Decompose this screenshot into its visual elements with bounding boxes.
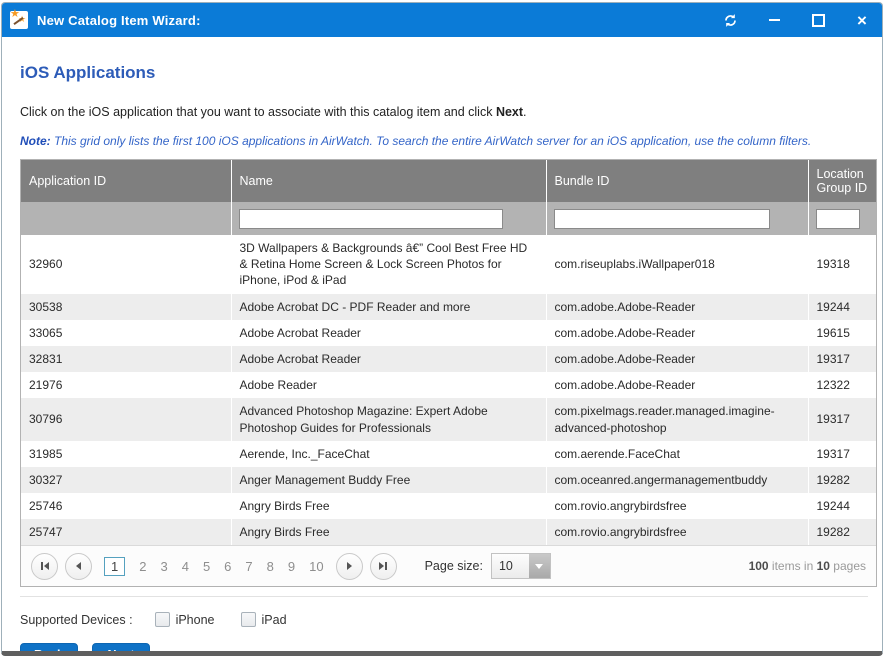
table-row[interactable]: 25746 Angry Birds Free com.rovio.angrybi…	[21, 493, 876, 519]
checkbox-icon[interactable]	[155, 612, 170, 627]
bundle-id-filter-input[interactable]	[554, 209, 770, 229]
table-row[interactable]: 33065 Adobe Acrobat Reader com.adobe.Ado…	[21, 320, 876, 346]
next-button[interactable]: Next	[92, 643, 150, 656]
note-text: Note: This grid only lists the first 100…	[20, 134, 868, 148]
applications-grid: Application ID Name Bundle ID Location G…	[20, 159, 877, 587]
title-bar[interactable]: ★ ★ New Catalog Item Wizard: ×	[2, 3, 882, 37]
next-page-button[interactable]	[336, 553, 363, 580]
table-row[interactable]: 30538 Adobe Acrobat DC - PDF Reader and …	[21, 294, 876, 320]
page-number-list: 1 2 3 4 5 6 7 8 9 10	[104, 557, 324, 576]
wizard-window: ★ ★ New Catalog Item Wizard: × iOS Appli…	[1, 2, 883, 656]
filter-row	[21, 202, 876, 235]
chevron-down-icon[interactable]	[529, 554, 550, 578]
page-title: iOS Applications	[20, 63, 868, 83]
supported-devices-label: Supported Devices :	[20, 613, 133, 627]
page-number-5[interactable]: 5	[203, 559, 210, 574]
page-size-dropdown[interactable]: 10	[491, 553, 551, 579]
page-number-8[interactable]: 8	[267, 559, 274, 574]
wizard-stars-icon: ★ ★	[10, 11, 28, 29]
page-number-6[interactable]: 6	[224, 559, 231, 574]
next-page-icon	[347, 562, 352, 570]
checkbox-icon[interactable]	[241, 612, 256, 627]
minimize-icon[interactable]	[766, 12, 782, 28]
footer-section: Supported Devices : iPhone iPad Back Nex…	[20, 596, 868, 656]
previous-page-icon	[76, 562, 81, 570]
window-title: New Catalog Item Wizard:	[37, 13, 201, 28]
column-header-location-group-id[interactable]: Location Group ID	[808, 160, 876, 202]
page-number-3[interactable]: 3	[160, 559, 167, 574]
page-size-label: Page size:	[425, 559, 483, 573]
table-row[interactable]: 30796 Advanced Photoshop Magazine: Exper…	[21, 398, 876, 440]
last-page-icon	[379, 562, 384, 570]
table-row[interactable]: 32960 3D Wallpapers & Backgrounds â€” Co…	[21, 235, 876, 294]
applications-table: Application ID Name Bundle ID Location G…	[21, 160, 876, 545]
table-row[interactable]: 25747 Angry Birds Free com.rovio.angrybi…	[21, 519, 876, 545]
first-page-icon	[41, 562, 43, 570]
refresh-icon[interactable]	[722, 12, 738, 28]
last-page-button[interactable]	[370, 553, 397, 580]
table-row[interactable]: 32831 Adobe Acrobat Reader com.adobe.Ado…	[21, 346, 876, 372]
name-filter-input[interactable]	[239, 209, 503, 229]
first-page-button[interactable]	[31, 553, 58, 580]
table-row[interactable]: 31985 Aerende, Inc._FaceChat com.aerende…	[21, 441, 876, 467]
close-icon[interactable]: ×	[854, 12, 870, 28]
back-button[interactable]: Back	[20, 643, 78, 656]
table-header-row: Application ID Name Bundle ID Location G…	[21, 160, 876, 202]
previous-page-button[interactable]	[65, 553, 92, 580]
column-header-application-id[interactable]: Application ID	[21, 160, 231, 202]
instruction-text: Click on the iOS application that you wa…	[20, 105, 868, 119]
page-number-2[interactable]: 2	[139, 559, 146, 574]
location-group-filter-input[interactable]	[816, 209, 860, 229]
pager-bar: 1 2 3 4 5 6 7 8 9 10 Pag	[21, 545, 876, 586]
ipad-checkbox[interactable]: iPad	[241, 612, 287, 627]
iphone-checkbox[interactable]: iPhone	[155, 612, 215, 627]
page-size-value: 10	[492, 554, 529, 578]
page-number-4[interactable]: 4	[182, 559, 189, 574]
page-number-10[interactable]: 10	[309, 559, 323, 574]
page-number-9[interactable]: 9	[288, 559, 295, 574]
page-number-1[interactable]: 1	[104, 557, 125, 576]
column-header-bundle-id[interactable]: Bundle ID	[546, 160, 808, 202]
column-header-name[interactable]: Name	[231, 160, 546, 202]
table-row[interactable]: 30327 Anger Management Buddy Free com.oc…	[21, 467, 876, 493]
table-row[interactable]: 21976 Adobe Reader com.adobe.Adobe-Reade…	[21, 372, 876, 398]
maximize-icon[interactable]	[810, 12, 826, 28]
page-number-7[interactable]: 7	[245, 559, 252, 574]
pager-summary: 100 items in 10 pages	[749, 559, 866, 573]
